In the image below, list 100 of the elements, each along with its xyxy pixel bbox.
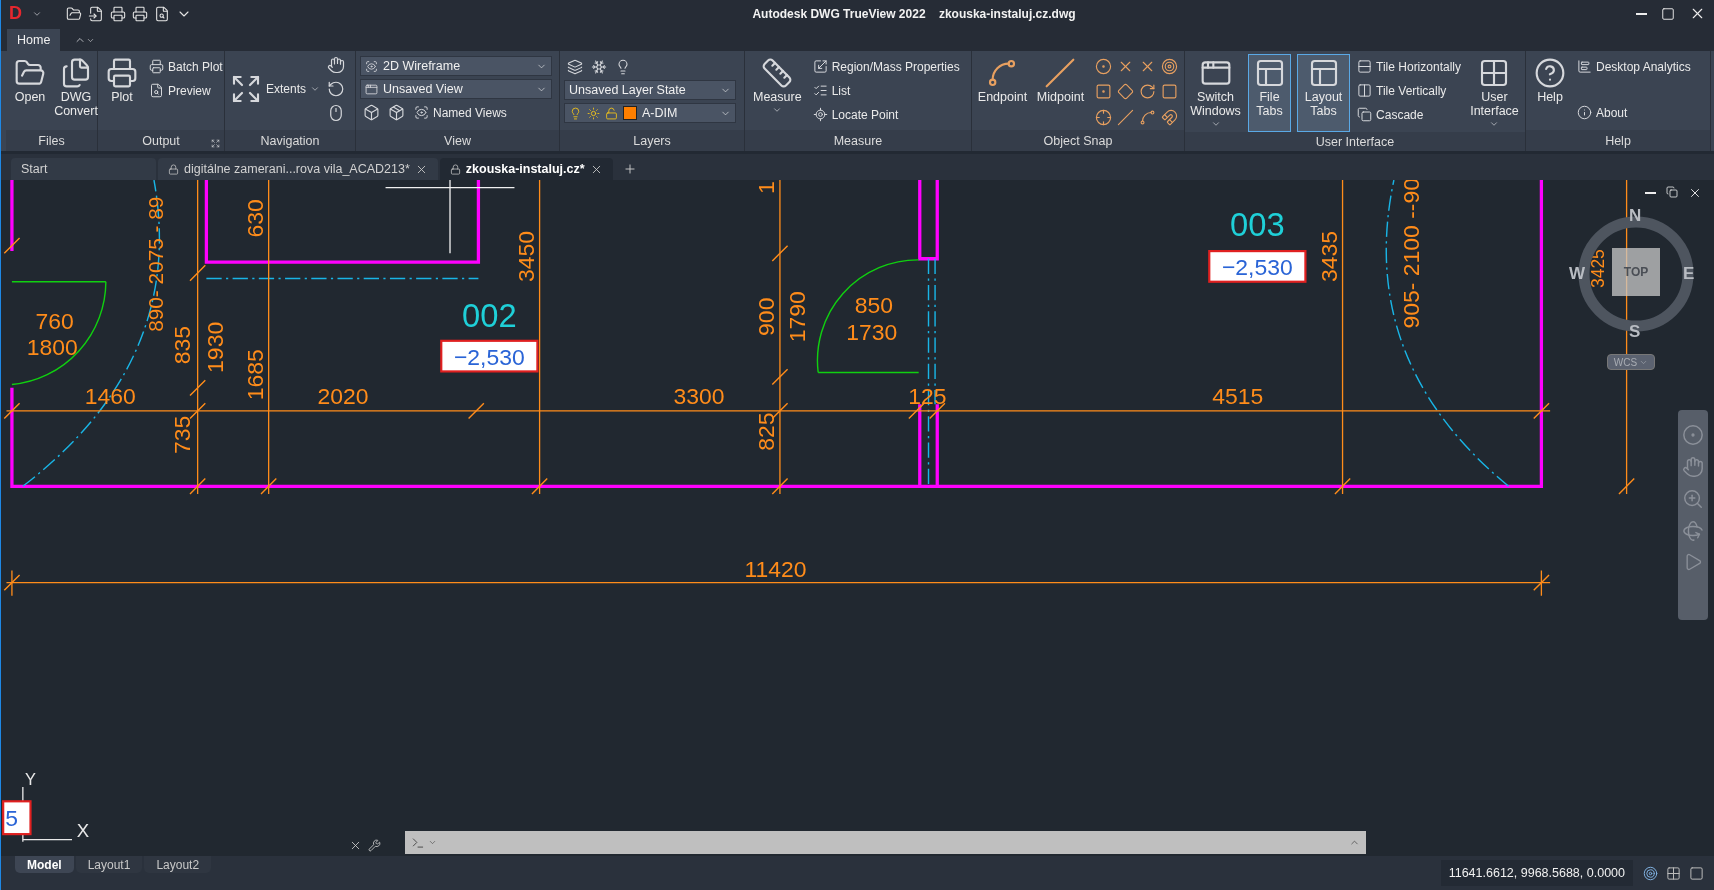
target-icon [1160,58,1178,75]
bulb-icon [569,106,582,120]
ribbon-small-button[interactable]: Locate Point [811,104,961,125]
dimension-text: 850 [854,292,893,319]
circle-arrow-icon [1138,83,1156,101]
ribbon-small-button[interactable]: Preview [148,80,224,101]
dimension-text: 900 [753,297,780,336]
compass-label[interactable]: N [1629,206,1642,226]
file-tab[interactable]: zkouska-instaluj.cz* [439,158,613,180]
status-button[interactable] [1643,865,1658,881]
quick-access-button[interactable] [132,5,148,22]
coordinates-readout: 11641.6612, 9968.5688, 0.0000 [1440,860,1633,886]
ribbon-button[interactable]: Layout Tabs [1297,54,1351,132]
dimension-text: 1 [753,181,780,195]
ribbon-button[interactable]: File Tabs [1248,54,1292,132]
dimension-text: 2020 [317,383,369,410]
zoom-icon [1682,488,1704,510]
ribbon-small-button[interactable]: Batch Plot [148,56,224,77]
caret-icon [772,105,783,115]
help-icon [1534,57,1566,89]
dimension-text: 11420 [744,556,807,583]
quick-access-button[interactable] [66,5,82,22]
ribbon-tab[interactable]: Home [7,29,61,51]
square-icon [1689,865,1704,881]
ribbon-small-button[interactable]: Desktop Analytics [1576,56,1692,77]
printer-icon [132,5,148,22]
ribbon-button[interactable]: Help [1530,54,1570,130]
dimension-text: 1460 [84,383,136,410]
status-button[interactable] [1666,865,1681,881]
maximize-button[interactable] [1661,6,1675,21]
dimension-text: 1730 [846,318,898,345]
layout-tab[interactable]: Model [15,856,74,873]
printer-icon [110,5,126,22]
caret-icon [1210,119,1221,129]
ribbon-button[interactable]: Plot [102,54,142,130]
target-icon [1643,865,1658,881]
ribbon-small-button[interactable]: Tile Horizontally [1356,56,1462,77]
ribbon-button[interactable]: Endpoint [976,54,1029,130]
file-tab[interactable]: digitálne zamerani...rova vila_ACAD213* [158,158,438,180]
command-line-field[interactable] [405,831,1366,854]
ribbon-small-button[interactable]: About [1576,102,1692,123]
dropdown-field[interactable]: Unsaved View [360,79,552,99]
close-command-button[interactable] [349,839,362,852]
dropdown-field[interactable]: Unsaved Layer State [564,80,736,100]
ribbon-small-button[interactable]: Named Views [413,102,508,123]
wrench-icon [368,839,381,852]
compass-label[interactable]: E [1683,264,1695,284]
quick-access-button[interactable] [110,5,126,22]
status-button[interactable] [1689,865,1704,881]
locate-icon [812,107,828,122]
ribbon-small-button[interactable]: List [811,80,961,101]
terminal-icon [411,835,425,850]
quick-access-button[interactable] [154,5,170,22]
minimize-button[interactable] [1636,12,1647,15]
ribbon-button[interactable]: DWG Convert [56,54,96,130]
ribbon-button[interactable]: Open [10,54,50,130]
dimension-text: 1800 [26,334,78,360]
folder-icon [66,5,82,22]
ribbon-button[interactable]: Midpoint [1034,54,1086,130]
caret-icon [1489,119,1500,129]
ribbon-small-button[interactable]: Region/Mass Properties [811,56,961,77]
pan-hand-icon [1682,456,1704,478]
list-icon [812,83,828,98]
viewport-close-button[interactable] [1688,186,1702,200]
info-icon [1577,105,1592,120]
ribbon-button[interactable]: User Interface [1468,54,1521,132]
named-views-icon [414,105,429,120]
layout-tab[interactable]: Layout1 [75,856,143,873]
window-title: Autodesk DWG TrueView 2022 zkouska-instaluj.cz.dwg [751,6,1077,21]
cube-icon [388,104,405,121]
ribbon-button[interactable]: Measure [749,54,806,130]
layout-tab[interactable]: Layout2 [144,856,212,873]
compass-label[interactable]: S [1629,322,1641,342]
layer-dropdown[interactable]: A-DIM [564,103,736,123]
ribbon-button[interactable]: Switch Windows [1189,54,1242,132]
minimize-icon [1645,192,1656,194]
ribbon-small-button[interactable]: Tile Vertically [1356,80,1462,101]
columns-icon [1357,83,1373,98]
orbit-icon [327,80,346,98]
lock-icon [605,106,618,120]
ribbon-small-button[interactable]: Cascade [1356,104,1462,125]
snowflake-icon [591,58,607,75]
close-icon [349,839,362,852]
viewport-restore-button[interactable] [1666,186,1678,200]
dimension-text: 890- 2075 - 89 [143,196,167,332]
panel-title: Object Snap [1043,133,1113,148]
preview-icon [149,83,164,98]
extents-button[interactable]: Extents [229,54,322,124]
compass-label[interactable]: W [1569,264,1586,284]
dimension-text: 835 [169,326,195,365]
region-icon [812,59,828,74]
level-tag: −2,530 [1208,250,1307,283]
panel-title: Navigation [260,133,320,148]
documents-icon [60,57,92,89]
file-tab[interactable]: Start [11,158,156,180]
customize-button[interactable] [368,839,381,852]
axis-label: Y [25,769,36,788]
panel-title: Measure [833,133,883,148]
quick-access-button[interactable] [88,5,104,22]
dropdown-field[interactable]: 2D Wireframe [360,56,552,76]
